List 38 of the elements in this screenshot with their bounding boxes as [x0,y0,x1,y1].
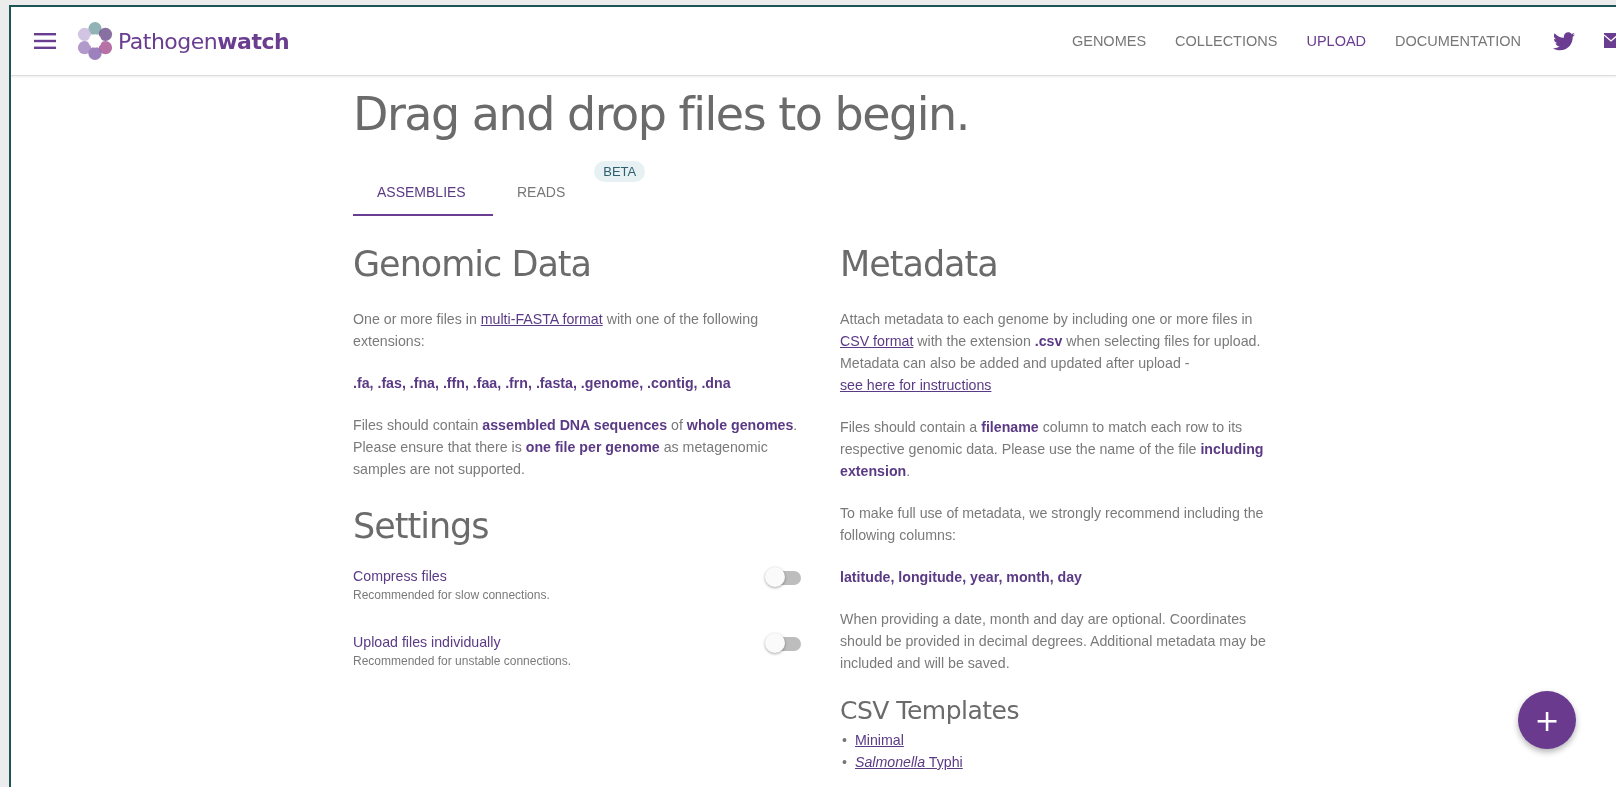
beta-badge: BETA [594,161,646,182]
setting-label: Upload files individually [353,633,502,652]
paragraph: Files should contain assembled DNA sequences of whole genomes. Please ensure that there is one file per genome as metagenomic samples are not supported. [353,416,799,479]
bullet: • [842,753,847,772]
page-title: Drag and drop files to begin. [353,86,970,143]
section-heading: Settings [353,505,490,548]
paragraph: When providing a date, month and day are optional. Coordinates should be provided in decimal degrees. Additional metadata may be included and will be saved. [840,610,1267,673]
link[interactable]: multi-FASTA format [480,311,603,327]
paragraph: .fa, .fas, .fna, .ffn, .faa, .frn, .fasta, .genome, .contig, .dna [353,374,732,393]
bullet: • [842,731,847,750]
nav-link[interactable]: UPLOAD [1306,33,1367,49]
paragraph: One or more files in multi-FASTA format with one of the following extensions: [353,310,760,351]
setting-hint: Recommended for slow connections. [353,587,551,604]
nav-link[interactable]: GENOMES [1071,33,1147,49]
link[interactable]: see here for instructions [840,377,992,393]
mail-icon[interactable] [1604,32,1616,50]
bird-icon[interactable] [1553,31,1575,51]
paragraph: Files should contain a filename column to match each row to its respective genomic data. Please use the name of the file including extension. [840,418,1265,481]
link[interactable]: CSV format [840,333,914,349]
setting-label: Compress files [353,567,448,586]
paragraph: latitude, longitude, year, month, day [840,568,1083,587]
logo-icon [76,22,114,60]
nav-link[interactable]: DOCUMENTATION [1395,33,1521,49]
nav-link[interactable]: COLLECTIONS [1175,33,1278,49]
toggle-switch[interactable] [765,566,803,588]
add-button[interactable]: + [1518,691,1576,749]
paragraph: To make full use of metadata, we strongly recommend including the following columns: [840,504,1265,545]
template-link[interactable]: Salmonella Typhi [854,754,963,770]
paragraph: Attach metadata to each genome by including one or more files in CSV format with the extension .csv when selecting files for upload. Metadata can also be added and updated after upload - see here for instructions [840,310,1262,395]
section-heading: CSV Templates [840,696,1020,725]
template-link[interactable]: Minimal [854,732,904,748]
setting-hint: Recommended for unstable connections. [353,653,573,670]
section-heading: Genomic Data [353,243,592,286]
menu-icon[interactable] [34,33,56,49]
section-heading: Metadata [840,243,999,286]
toggle-switch[interactable] [765,632,803,654]
tab[interactable]: ASSEMBLIES [353,172,493,216]
logo-text[interactable]: Pathogenwatch [118,28,290,54]
